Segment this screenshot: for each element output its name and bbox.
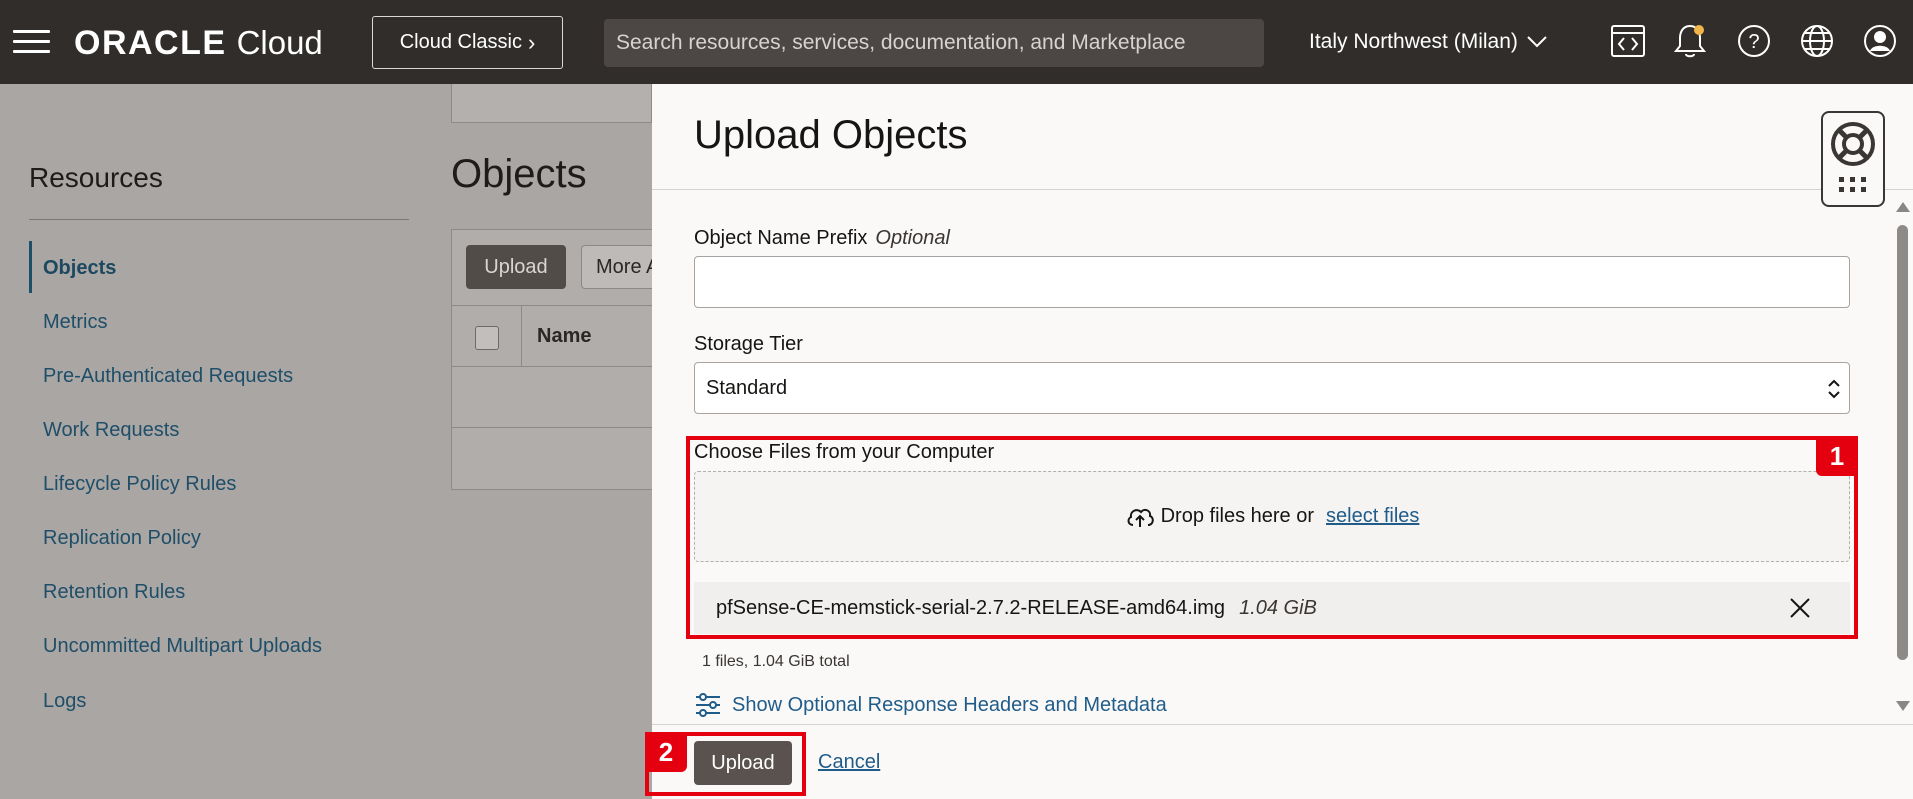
sidebar-item-metrics[interactable]: Metrics	[43, 311, 107, 334]
panel-title: Upload Objects	[694, 113, 968, 157]
search-input[interactable]: Search resources, services, documentatio…	[604, 19, 1264, 67]
more-actions-button[interactable]: More A	[581, 245, 661, 289]
select-all-checkbox[interactable]	[475, 326, 499, 350]
file-size: 1.04 GiB	[1239, 596, 1317, 619]
chevron-down-icon	[1527, 36, 1547, 48]
select-arrows-icon	[1828, 379, 1840, 399]
bucket-details-box	[451, 84, 652, 123]
region-selector[interactable]: Italy Northwest (Milan)	[1309, 26, 1548, 58]
scrollbar-thumb[interactable]	[1897, 225, 1908, 660]
resources-divider	[29, 219, 409, 220]
sidebar-item-replication-policy[interactable]: Replication Policy	[43, 527, 201, 550]
table-row-divider	[451, 366, 661, 367]
scroll-up-arrow[interactable]	[1896, 202, 1910, 212]
sidebar-item-logs[interactable]: Logs	[43, 690, 86, 713]
cloud-classic-button[interactable]: Cloud Classic ›	[372, 16, 563, 69]
cloud-classic-label: Cloud Classic	[399, 31, 522, 53]
files-total-summary: 1 files, 1.04 GiB total	[702, 653, 850, 670]
file-list-item: pfSense-CE-memstick-serial-2.7.2-RELEASE…	[694, 582, 1850, 634]
sidebar-item-retention-rules[interactable]: Retention Rules	[43, 581, 185, 604]
object-name-prefix-input[interactable]	[694, 256, 1850, 308]
sliders-icon	[696, 693, 720, 717]
chevron-right-icon: ›	[527, 29, 536, 55]
help-widget-button[interactable]	[1821, 111, 1885, 207]
sidebar-item-pre-authenticated-requests[interactable]: Pre-Authenticated Requests	[43, 365, 293, 388]
sidebar-item-uncommitted-multipart-uploads[interactable]: Uncommitted Multipart Uploads	[43, 635, 322, 658]
step-badge-1: 1	[1816, 436, 1858, 476]
sidebar-item-lifecycle-policy-rules[interactable]: Lifecycle Policy Rules	[43, 473, 236, 496]
table-divider	[451, 305, 661, 306]
lifebuoy-icon	[1831, 122, 1875, 192]
file-name: pfSense-CE-memstick-serial-2.7.2-RELEASE…	[716, 596, 1226, 619]
top-navigation-bar: ORACLE Cloud Cloud Classic › Search reso…	[0, 0, 1913, 84]
remove-file-icon[interactable]	[1788, 596, 1812, 620]
cloud-upload-icon	[1127, 508, 1154, 527]
objects-title: Objects	[451, 152, 587, 196]
help-icon[interactable]: ?	[1733, 20, 1775, 62]
table-row-divider	[451, 427, 661, 428]
developer-tools-icon[interactable]	[1607, 20, 1649, 62]
logo-cloud-text: Cloud	[236, 24, 323, 61]
active-indicator	[29, 241, 32, 293]
optional-headers-label: Show Optional Response Headers and Metad…	[732, 693, 1167, 716]
logo-oracle-text: ORACLE	[74, 24, 227, 62]
upload-button[interactable]: Upload	[694, 741, 792, 785]
objects-upload-button[interactable]: Upload	[466, 245, 566, 289]
sidebar-item-work-requests[interactable]: Work Requests	[43, 419, 179, 442]
navigation-menu-icon[interactable]	[13, 28, 50, 56]
notifications-bell-icon[interactable]	[1669, 20, 1711, 62]
user-profile-icon[interactable]	[1859, 20, 1901, 62]
file-drop-zone[interactable]: Drop files here or select files	[694, 471, 1850, 562]
resources-title: Resources	[29, 162, 163, 193]
column-divider	[521, 306, 522, 366]
sidebar-item-objects[interactable]: Objects	[43, 257, 116, 280]
optional-tag: Optional	[875, 227, 950, 249]
storage-tier-label: Storage Tier	[694, 333, 803, 355]
svg-text:?: ?	[1748, 31, 1759, 53]
step-badge-2: 2	[645, 732, 687, 772]
drop-files-text: Drop files here or	[1160, 505, 1315, 527]
choose-files-label: Choose Files from your Computer	[694, 441, 995, 463]
prefix-label-text: Object Name Prefix	[694, 227, 868, 249]
storage-tier-value: Standard	[706, 376, 788, 399]
language-globe-icon[interactable]	[1796, 20, 1838, 62]
oracle-cloud-logo[interactable]: ORACLE Cloud	[74, 24, 323, 62]
optional-headers-link[interactable]: Show Optional Response Headers and Metad…	[694, 690, 1167, 720]
region-label: Italy Northwest (Milan)	[1309, 30, 1518, 53]
object-name-prefix-label: Object Name Prefix Optional	[694, 227, 950, 250]
storage-tier-select[interactable]: Standard	[694, 362, 1850, 414]
name-column-header[interactable]: Name	[537, 325, 591, 348]
scroll-down-arrow[interactable]	[1896, 701, 1910, 711]
cancel-link[interactable]: Cancel	[818, 751, 880, 774]
panel-title-divider	[652, 189, 1913, 190]
search-placeholder: Search resources, services, documentatio…	[616, 31, 1186, 54]
select-files-link[interactable]: select files	[1326, 505, 1419, 528]
